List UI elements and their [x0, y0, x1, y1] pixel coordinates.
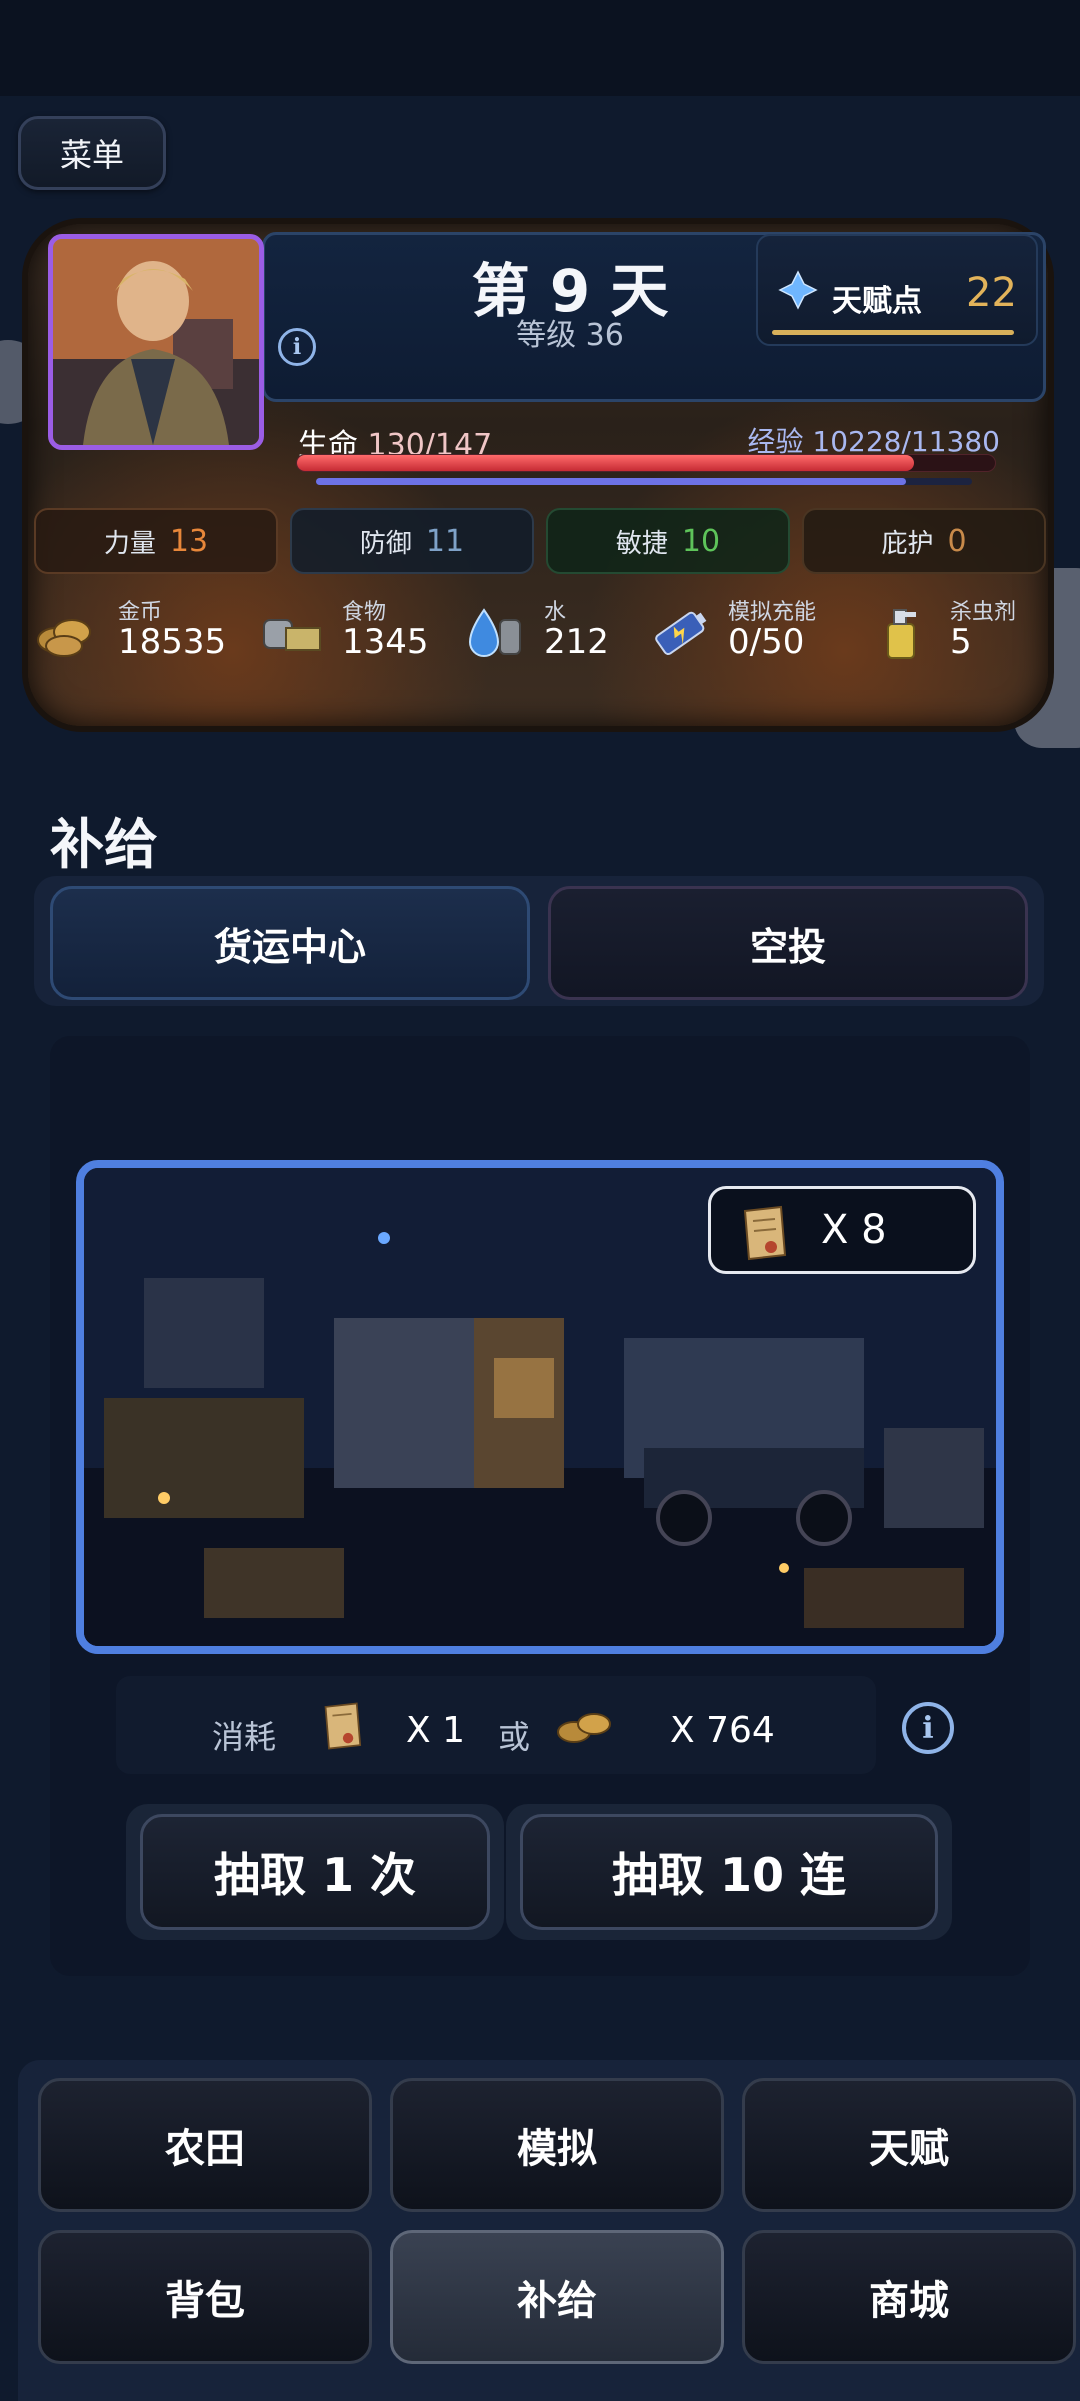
nav-supply[interactable]: 补给 — [390, 2230, 724, 2364]
scroll-ticket-icon — [743, 1205, 787, 1261]
player-level: 等级 36 — [516, 318, 624, 353]
nav-talent[interactable]: 天赋 — [742, 2078, 1076, 2212]
cost-gold-amount: X 764 — [670, 1710, 775, 1751]
top-status-bar — [0, 0, 1080, 96]
talent-points-value: 22 — [966, 270, 1017, 316]
nav-farm[interactable]: 农田 — [38, 2078, 372, 2212]
nav-simulate[interactable]: 模拟 — [390, 2078, 724, 2212]
info-icon[interactable]: i — [278, 328, 316, 366]
stat-value: 10 — [681, 523, 721, 559]
hp-bar-fill — [297, 455, 915, 471]
coins-icon — [557, 1713, 611, 1743]
ticket-count: X 8 — [821, 1207, 887, 1253]
stat-value: 0 — [947, 523, 967, 559]
xp-bar — [316, 478, 972, 485]
talent-underline — [772, 330, 1014, 335]
stat-value: 13 — [169, 523, 209, 559]
stat-value: 11 — [425, 523, 465, 559]
menu-button[interactable]: 菜单 — [18, 116, 166, 190]
ticket-count-box: X 8 — [708, 1186, 976, 1274]
draw-ten-button[interactable]: 抽取 10 连 — [520, 1814, 938, 1930]
stat-strength: 力量 13 — [34, 508, 278, 574]
spray-icon — [887, 609, 916, 659]
nav-backpack[interactable]: 背包 — [38, 2230, 372, 2364]
cost-ticket-amount: X 1 — [406, 1710, 466, 1751]
scroll-ticket-icon — [324, 1702, 362, 1750]
cost-or: 或 — [498, 1718, 531, 1756]
stat-defense: 防御 11 — [290, 508, 534, 574]
battery-icon — [655, 611, 707, 656]
water-icon — [468, 608, 521, 657]
section-title: 补给 — [50, 813, 158, 876]
tab-airdrop[interactable]: 空投 — [548, 886, 1028, 1000]
info-icon[interactable]: i — [902, 1702, 954, 1754]
talent-points-label: 天赋点 — [832, 284, 922, 319]
tab-freight-center[interactable]: 货运中心 — [50, 886, 530, 1000]
food-icon — [263, 619, 321, 651]
hp-bar — [296, 454, 996, 472]
xp-bar-fill — [316, 478, 906, 485]
stat-shelter: 庇护 0 — [802, 508, 1046, 574]
crystal-icon — [778, 270, 818, 310]
draw-once-button[interactable]: 抽取 1 次 — [140, 1814, 490, 1930]
nav-shop[interactable]: 商城 — [742, 2230, 1076, 2364]
cost-label: 消耗 — [212, 1718, 277, 1756]
stat-agility: 敏捷 10 — [546, 508, 790, 574]
coins-icon — [37, 619, 91, 657]
player-avatar[interactable] — [48, 234, 264, 450]
